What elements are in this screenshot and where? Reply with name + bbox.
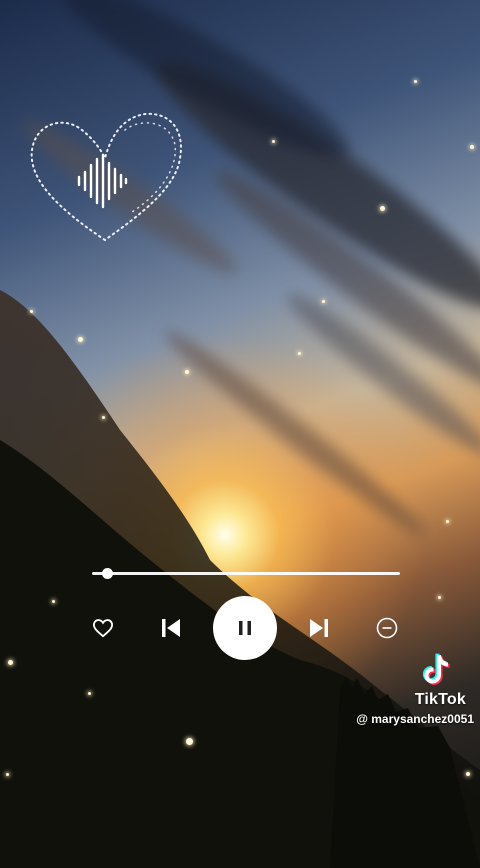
creator-handle: @ marysanchez0051 <box>356 712 474 726</box>
remove-button[interactable] <box>374 615 400 641</box>
progress-bar[interactable] <box>92 568 400 579</box>
tiktok-logo-icon <box>422 653 450 685</box>
tiktok-brand-text: TikTok <box>414 691 466 708</box>
heart-icon <box>92 619 114 638</box>
skip-next-icon <box>310 619 328 637</box>
skip-previous-icon <box>162 619 180 637</box>
music-player-overlay <box>0 0 480 868</box>
pause-icon <box>239 621 251 635</box>
progress-scrubber[interactable] <box>102 568 114 579</box>
pause-button[interactable] <box>213 596 277 660</box>
like-button[interactable] <box>90 615 116 641</box>
next-button[interactable] <box>304 614 334 642</box>
previous-button[interactable] <box>156 614 186 642</box>
minus-circle-icon <box>376 617 398 639</box>
